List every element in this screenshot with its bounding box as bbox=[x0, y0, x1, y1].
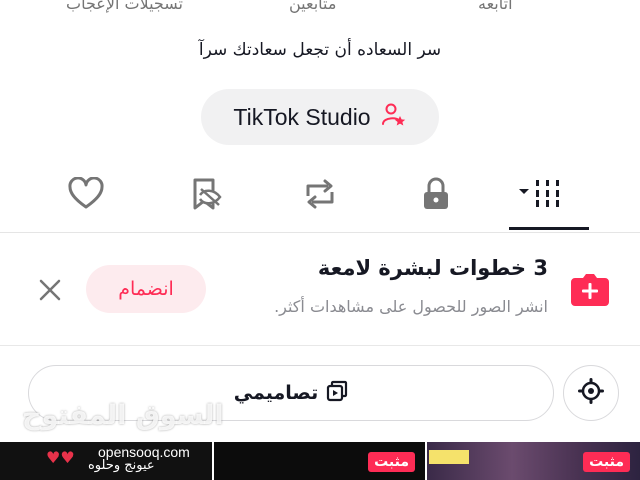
promo-subtitle: انشر الصور للحصول على مشاهدات أكثر. bbox=[274, 297, 548, 316]
person-star-icon bbox=[381, 102, 407, 132]
following-label[interactable]: أتابعه bbox=[478, 0, 513, 13]
pinned-badge: مثبت bbox=[368, 452, 415, 472]
templates-label: تصاميمي bbox=[233, 382, 319, 404]
close-icon[interactable] bbox=[36, 276, 64, 304]
grid-icon bbox=[516, 176, 564, 216]
video-thumbnail[interactable]: مثبت bbox=[214, 442, 425, 480]
tab-favorites[interactable] bbox=[181, 172, 229, 220]
video-thumbnail[interactable]: ♥♥ opensooq.com عيونج وحلوه bbox=[0, 442, 212, 480]
tab-reposts[interactable] bbox=[296, 172, 344, 220]
divider bbox=[0, 345, 640, 346]
profile-bio: سر السعاده أن تجعل سعادتك سرآ bbox=[198, 40, 442, 60]
thumbnail-caption: عيونج وحلوه bbox=[88, 458, 155, 473]
likes-label[interactable]: تسجيلات الإعجاب bbox=[66, 0, 183, 13]
tab-private[interactable] bbox=[412, 172, 460, 220]
bookmark-hidden-icon bbox=[186, 175, 224, 217]
hearts-decoration: ♥♥ bbox=[46, 448, 75, 467]
heart-icon bbox=[67, 176, 105, 215]
thumbnail-tag bbox=[429, 450, 469, 464]
join-button[interactable]: انضمام bbox=[86, 265, 206, 313]
templates-icon bbox=[326, 380, 348, 406]
tab-liked[interactable] bbox=[62, 172, 110, 220]
add-icon bbox=[569, 270, 611, 308]
settings-button[interactable] bbox=[563, 365, 619, 421]
gear-icon bbox=[578, 378, 604, 408]
video-thumbnail[interactable]: مثبت bbox=[427, 442, 640, 480]
tab-posts[interactable] bbox=[516, 172, 564, 220]
divider bbox=[0, 232, 640, 233]
tiktok-studio-button[interactable]: TikTok Studio bbox=[201, 89, 439, 145]
followers-label[interactable]: متابعين bbox=[289, 0, 336, 13]
active-tab-indicator bbox=[509, 227, 589, 230]
watermark: السوق المفتوح bbox=[22, 400, 224, 431]
pinned-badge: مثبت bbox=[583, 452, 630, 472]
repost-icon bbox=[301, 176, 339, 216]
promo-title: 3 خطوات لبشرة لامعة bbox=[317, 256, 548, 280]
tiktok-studio-label: TikTok Studio bbox=[233, 103, 371, 130]
lock-icon bbox=[419, 176, 453, 216]
